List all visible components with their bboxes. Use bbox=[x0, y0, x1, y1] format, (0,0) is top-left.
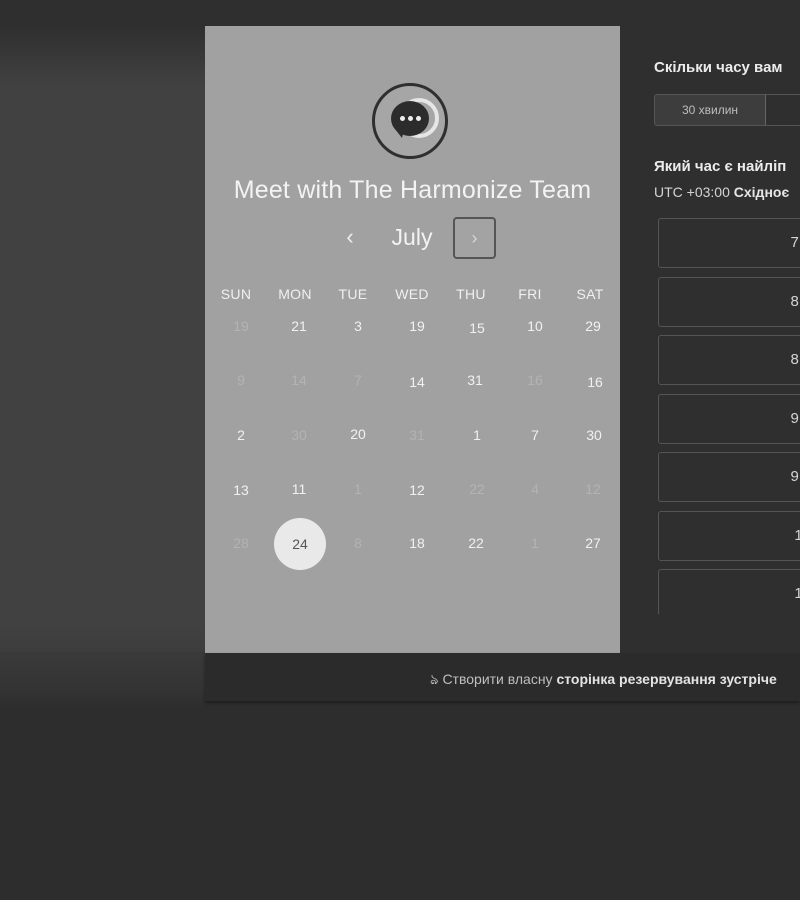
calendar-day: 1 bbox=[354, 481, 362, 497]
previous-month-button[interactable]: ‹ bbox=[335, 222, 365, 254]
weekday-label: FRI bbox=[518, 286, 542, 302]
footer-bar: ঌ Створити власну сторінка резервування з… bbox=[205, 653, 800, 701]
calendar-day: 14 bbox=[291, 372, 307, 388]
calendar-week: 2 30 20 31 1 7 30 bbox=[205, 426, 620, 457]
next-month-button[interactable]: › bbox=[453, 217, 496, 259]
calendar-week: 9 14 7 14 31 16 16 bbox=[205, 372, 620, 402]
timezone-selector[interactable]: UTC +03:00 Східноє bbox=[654, 184, 789, 200]
time-slot-button[interactable]: 9: bbox=[658, 452, 800, 502]
time-slot-button[interactable]: 10 bbox=[658, 569, 800, 614]
calendar-day[interactable]: 12 bbox=[397, 482, 437, 498]
month-label: July bbox=[391, 224, 433, 250]
calendar-day[interactable]: 21 bbox=[279, 318, 319, 334]
calendar-day: 7 bbox=[354, 372, 362, 388]
calendar-day: 22 bbox=[469, 481, 485, 497]
weekday-label: MON bbox=[278, 286, 312, 302]
harmonize-logo bbox=[372, 83, 448, 159]
selected-day[interactable]: 24 bbox=[274, 518, 326, 570]
duration-question: Скільки часу вам bbox=[654, 59, 783, 76]
weekday-label: TUE bbox=[338, 286, 368, 302]
footer-text: ঌ Створити власну сторінка резервування з… bbox=[430, 668, 777, 692]
time-slot-button[interactable]: 9: bbox=[658, 394, 800, 444]
calendar-day[interactable]: 18 bbox=[397, 535, 437, 551]
weekday-label: SAT bbox=[576, 286, 604, 302]
weekday-label: THU bbox=[456, 286, 486, 302]
footer-prefix: Створити власну bbox=[442, 671, 553, 687]
time-slot-list: 7: 8: 8: 9: 9: 10 10 bbox=[658, 218, 800, 614]
calendar-day[interactable]: 31 bbox=[455, 372, 495, 388]
calendar-day: 12 bbox=[585, 481, 601, 497]
calendar-day[interactable]: 1 bbox=[457, 427, 497, 443]
calendar-day: 30 bbox=[291, 427, 307, 443]
timezone-offset: UTC +03:00 bbox=[654, 184, 730, 200]
top-bar bbox=[0, 0, 800, 26]
calendar-day: 31 bbox=[409, 427, 425, 443]
calendar-day[interactable]: 3 bbox=[338, 318, 378, 334]
calendar-day: 16 bbox=[527, 372, 543, 388]
time-slot-button[interactable]: 8: bbox=[658, 335, 800, 385]
calendar-day: 19 bbox=[233, 318, 249, 334]
calendar-week: 19 21 3 19 15 10 29 bbox=[205, 318, 620, 348]
calendar-day: 28 bbox=[233, 535, 249, 551]
calendar-panel: Meet with The Harmonize Team ‹ July › SU… bbox=[205, 26, 620, 653]
calendar-day[interactable]: 2 bbox=[221, 427, 261, 443]
create-booking-page-link[interactable]: сторінка резервування зустріче bbox=[556, 671, 776, 687]
hubspot-sprocket-icon: ঌ bbox=[430, 671, 439, 687]
meeting-title: Meet with The Harmonize Team bbox=[233, 176, 592, 204]
ellipsis-icon bbox=[391, 101, 429, 136]
duration-30-button[interactable]: 30 хвилин bbox=[654, 94, 766, 126]
duration-options: 30 хвилин bbox=[654, 94, 800, 126]
timezone-name: Східноє bbox=[733, 184, 790, 200]
time-slot-button[interactable]: 7: bbox=[658, 218, 800, 268]
calendar-day: 4 bbox=[531, 481, 539, 497]
calendar-day[interactable]: 16 bbox=[575, 374, 615, 390]
calendar-week: 28 24 8 18 22 1 27 bbox=[205, 518, 620, 570]
calendar-day[interactable]: 27 bbox=[573, 535, 613, 551]
weekday-label: SUN bbox=[220, 286, 252, 302]
calendar-day[interactable]: 20 bbox=[338, 426, 378, 442]
calendar-day[interactable]: 19 bbox=[397, 318, 437, 334]
time-question: Який час є найліп bbox=[654, 158, 787, 175]
time-slot-button[interactable]: 10 bbox=[658, 511, 800, 561]
weekday-label: WED bbox=[395, 286, 429, 302]
calendar-week: 13 11 1 12 22 4 12 bbox=[205, 481, 620, 511]
calendar-day[interactable]: 13 bbox=[221, 482, 261, 498]
duration-option-button[interactable] bbox=[765, 94, 800, 126]
calendar-day[interactable]: 7 bbox=[515, 427, 555, 443]
calendar-day: 9 bbox=[237, 372, 245, 388]
calendar-day[interactable]: 30 bbox=[574, 427, 614, 443]
calendar-day: 1 bbox=[531, 535, 539, 551]
month-navigation: ‹ July › bbox=[205, 217, 620, 261]
calendar-day[interactable]: 29 bbox=[573, 318, 613, 334]
calendar-day: 8 bbox=[354, 535, 362, 551]
scheduler-panel: Скільки часу вам 30 хвилин Який час є на… bbox=[620, 26, 800, 653]
calendar-day[interactable]: 14 bbox=[397, 374, 437, 390]
time-slot-button[interactable]: 8: bbox=[658, 277, 800, 327]
calendar-day[interactable]: 15 bbox=[457, 320, 497, 336]
page-backdrop bbox=[0, 26, 205, 706]
calendar-day[interactable]: 10 bbox=[515, 318, 555, 334]
calendar-day[interactable]: 11 bbox=[279, 481, 319, 497]
calendar-day[interactable]: 22 bbox=[456, 535, 496, 551]
